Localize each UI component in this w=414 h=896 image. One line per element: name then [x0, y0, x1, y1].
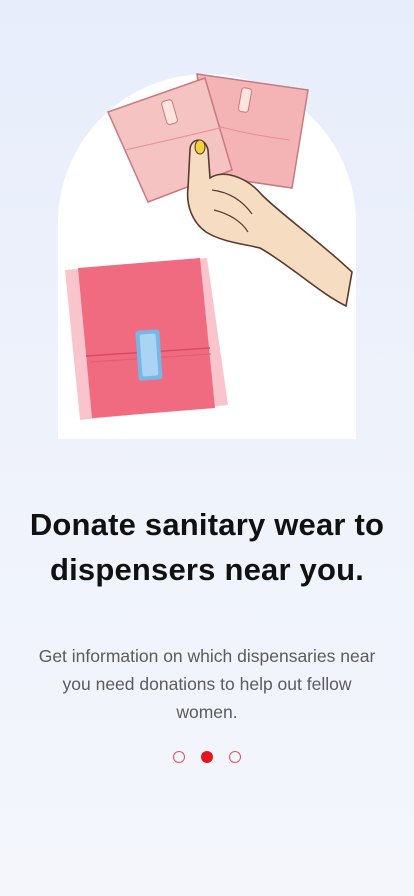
page-description: Get information on which dispensaries ne… [38, 646, 376, 722]
page-dot-3[interactable] [229, 751, 241, 763]
onboarding-screen: Donate sanitary wear to dispensers near … [0, 0, 414, 896]
page-dot-2[interactable] [201, 751, 213, 763]
pad-illustration [65, 258, 228, 420]
page-dot-1[interactable] [173, 751, 185, 763]
sanitary-pads-illustration [65, 73, 353, 420]
page-title: Donate sanitary wear to dispensers near … [29, 507, 385, 587]
pagination-dots [0, 751, 414, 763]
